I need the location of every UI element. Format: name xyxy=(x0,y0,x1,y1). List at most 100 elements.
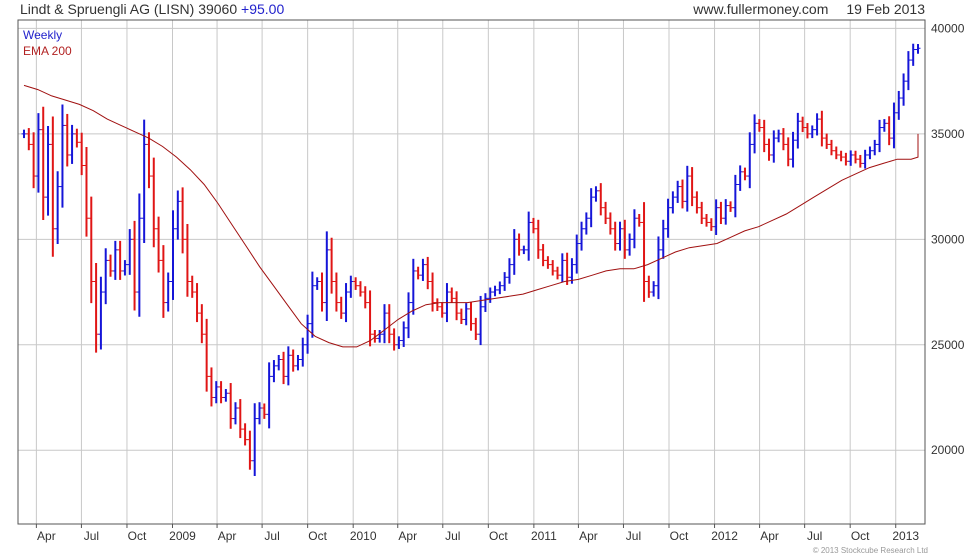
weekly-bar xyxy=(516,233,522,256)
weekly-bar xyxy=(675,180,681,203)
weekly-bar xyxy=(252,403,258,477)
weekly-bar xyxy=(804,123,810,139)
weekly-bar xyxy=(98,276,104,350)
x-axis: Apr Jul Oct 2009 Apr Jul Oct 2010 Apr Jul Oct 2011 A… xyxy=(35,524,919,543)
x-tick-label: 2009 xyxy=(169,529,196,543)
weekly-bar xyxy=(896,90,902,120)
x-tick-label: Apr xyxy=(218,529,237,543)
weekly-bar xyxy=(670,191,676,214)
weekly-bar xyxy=(362,286,368,309)
weekly-bar xyxy=(40,106,46,221)
weekly-bar xyxy=(415,266,421,280)
weekly-bar xyxy=(617,221,623,251)
weekly-bar xyxy=(439,302,445,318)
weekly-bar xyxy=(79,132,85,176)
weekly-bar xyxy=(555,266,561,280)
weekly-bar xyxy=(699,201,705,225)
weekly-bars xyxy=(21,43,921,477)
y-tick-label: 20000 xyxy=(931,443,965,457)
weekly-bar xyxy=(583,212,589,235)
weekly-bar xyxy=(343,283,349,323)
plot-frame xyxy=(17,19,926,525)
weekly-bar xyxy=(588,188,594,228)
weekly-bar xyxy=(838,150,844,162)
weekly-bar xyxy=(396,336,402,349)
weekly-bar xyxy=(165,272,171,312)
weekly-bar xyxy=(401,321,407,347)
y-tick-label: 25000 xyxy=(931,338,965,352)
weekly-bar xyxy=(257,402,263,425)
weekly-bar xyxy=(55,171,61,245)
x-tick-label: Jul xyxy=(264,529,279,543)
weekly-bar xyxy=(828,139,834,156)
price-chart: 4000035000300002500020000 Apr Jul Oct 2009 A… xyxy=(17,19,965,543)
weekly-bar xyxy=(694,191,700,214)
weekly-bar xyxy=(333,272,339,312)
weekly-bar xyxy=(771,130,777,163)
weekly-bar xyxy=(88,196,94,304)
weekly-bar xyxy=(704,214,710,227)
weekly-bar xyxy=(93,263,99,353)
x-tick-label: Apr xyxy=(579,529,598,543)
x-tick-label: 2010 xyxy=(350,529,377,543)
weekly-bar xyxy=(83,147,89,237)
weekly-bar xyxy=(655,236,661,300)
weekly-bar xyxy=(300,337,306,367)
weekly-bar xyxy=(117,240,123,280)
x-tick-label: Jul xyxy=(445,529,460,543)
x-tick-label: Apr xyxy=(37,529,56,543)
weekly-bar xyxy=(872,139,878,156)
weekly-bar xyxy=(26,128,32,151)
weekly-bar xyxy=(910,43,916,66)
weekly-bar xyxy=(742,167,748,181)
y-tick-label: 35000 xyxy=(931,127,965,141)
weekly-bar xyxy=(232,402,238,425)
weekly-bar xyxy=(213,381,219,404)
x-tick-label: Jul xyxy=(84,529,99,543)
weekly-bar xyxy=(833,146,839,160)
weekly-bar xyxy=(223,389,229,402)
weekly-bar xyxy=(867,146,873,160)
weekly-bar xyxy=(814,113,820,136)
weekly-bar xyxy=(905,51,911,91)
weekly-bar xyxy=(593,186,599,202)
weekly-bar xyxy=(732,174,738,218)
weekly-bar xyxy=(228,383,234,429)
weekly-bar xyxy=(132,220,138,311)
weekly-bar xyxy=(112,240,118,280)
weekly-bar xyxy=(564,252,570,285)
weekly-bar xyxy=(160,245,166,318)
weekly-bar xyxy=(184,224,190,297)
weekly-bar xyxy=(69,124,75,164)
weekly-bar xyxy=(271,360,277,383)
weekly-bar xyxy=(795,112,801,149)
weekly-bar xyxy=(31,132,37,189)
weekly-bar xyxy=(381,304,387,344)
weekly-bar xyxy=(776,129,782,143)
weekly-bar xyxy=(425,256,431,290)
weekly-bar xyxy=(108,254,114,277)
weekly-bar xyxy=(194,283,200,323)
y-tick-label: 30000 xyxy=(931,232,965,246)
weekly-bar xyxy=(728,201,734,212)
weekly-bar xyxy=(324,231,330,322)
weekly-bar xyxy=(410,258,416,315)
weekly-bar xyxy=(348,275,354,298)
weekly-bar xyxy=(406,292,412,339)
weekly-bar xyxy=(603,201,609,225)
weekly-bar xyxy=(612,221,618,251)
weekly-bar xyxy=(785,137,791,167)
weekly-bar xyxy=(103,248,109,305)
weekly-bar xyxy=(679,179,685,209)
x-tick-label: Oct xyxy=(670,529,689,543)
weekly-bar xyxy=(598,183,604,216)
weekly-bar xyxy=(862,149,868,169)
x-tick-label: Apr xyxy=(398,529,417,543)
weekly-bar xyxy=(790,131,796,168)
weekly-bar xyxy=(338,296,344,319)
weekly-bar xyxy=(665,198,671,238)
legend-weekly: Weekly xyxy=(23,28,63,42)
x-tick-label: Jul xyxy=(626,529,641,543)
weekly-bar xyxy=(21,129,27,139)
weekly-bar xyxy=(877,119,883,153)
